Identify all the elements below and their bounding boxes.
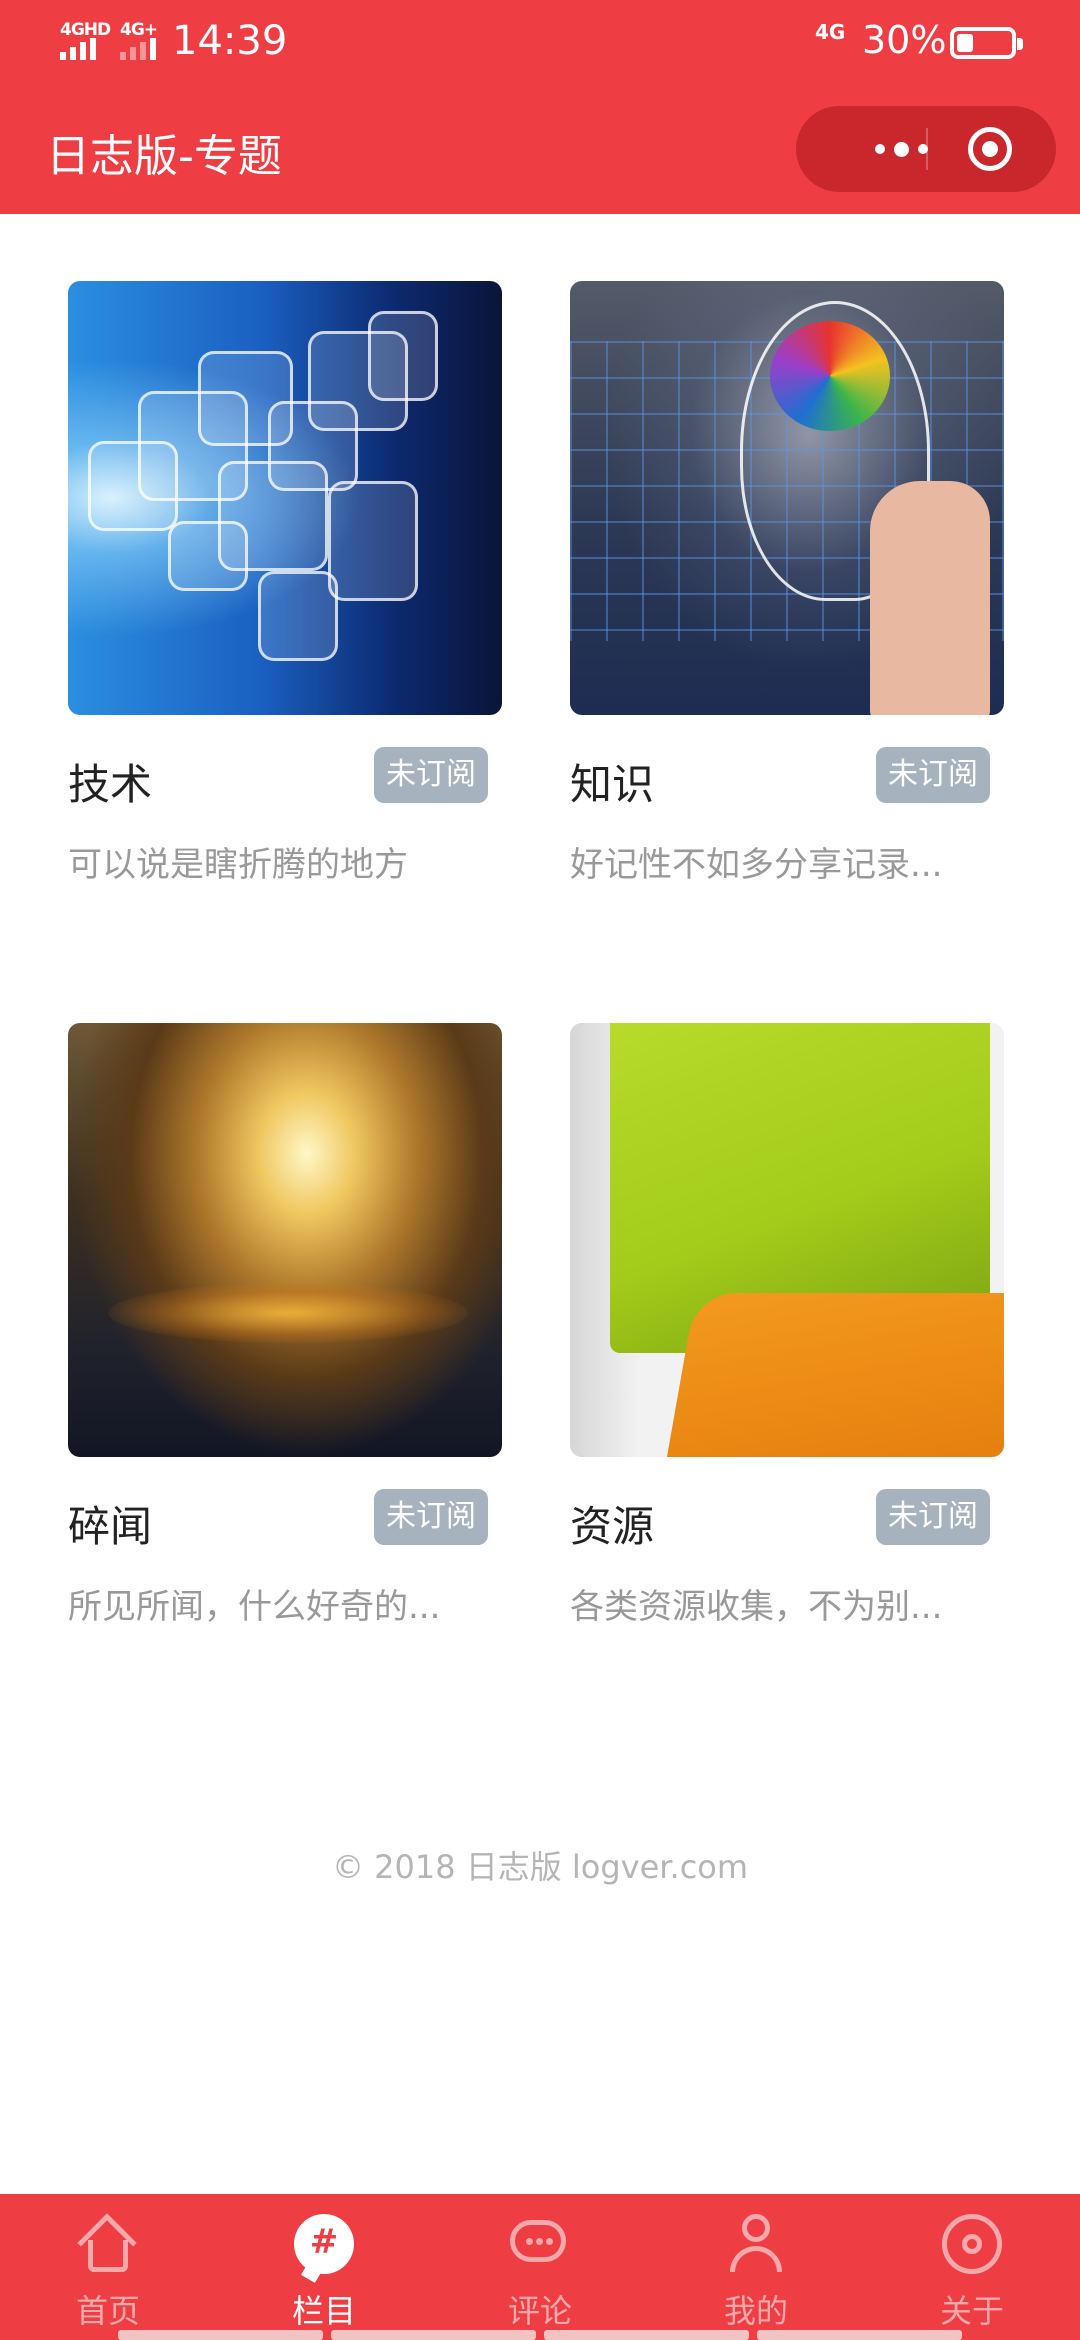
topic-name: 知识 [570,760,655,809]
top-bar: 4GHD 4G+ 14:39 4G 30% 日志版-专题 [0,0,1080,214]
tab-label: 我的 [723,2292,788,2330]
chat-bubble-icon [510,2214,570,2274]
subscribe-badge[interactable]: 未订阅 [876,1489,990,1545]
tab-label: 首页 [75,2292,140,2330]
battery-icon [950,27,1023,59]
tab-home[interactable]: 首页 [0,2194,216,2340]
status-bar: 4GHD 4G+ 14:39 4G 30% [0,0,1080,86]
status-time: 14:39 [172,18,288,64]
tab-label: 评论 [507,2292,572,2330]
topic-image-resources[interactable] [570,1023,1004,1457]
signal-4gplus-icon: 4G+ [118,20,168,60]
tab-about[interactable]: 关于 [864,2194,1080,2340]
home-icon [77,2213,138,2274]
tab-comments[interactable]: 评论 [432,2194,648,2340]
signal-4ghd-icon: 4GHD [58,20,111,60]
topic-card-news[interactable]: 碎闻 未订阅 所见所闻，什么好奇的... [68,1023,502,1627]
network-label-1: 4GHD [60,20,111,40]
tab-mine[interactable]: 我的 [648,2194,864,2340]
home-indicator [118,2330,962,2340]
miniprogram-capsule [796,106,1056,192]
tab-label: 栏目 [291,2292,356,2330]
topic-image-knowledge[interactable] [570,281,1004,715]
topic-desc: 所见所闻，什么好奇的... [68,1587,441,1627]
battery-percent: 30% [862,18,947,62]
tab-columns[interactable]: 栏目 [216,2194,432,2340]
copyright-footer: © 2018 日志版 logver.com [331,1848,749,1886]
network-label-2: 4G+ [120,20,158,40]
topic-desc: 好记性不如多分享记录... [570,845,943,885]
topic-name: 碎闻 [68,1502,153,1551]
more-dots-icon[interactable] [836,106,966,192]
topic-card-knowledge[interactable]: 知识 未订阅 好记性不如多分享记录... [570,281,1004,885]
page-title: 日志版-专题 [46,131,282,182]
topic-desc: 可以说是瞎折腾的地方 [68,845,408,885]
subscribe-badge[interactable]: 未订阅 [876,747,990,803]
subscribe-badge[interactable]: 未订阅 [374,747,488,803]
hash-chat-icon [294,2214,354,2283]
topic-card-tech[interactable]: 技术 未订阅 可以说是瞎折腾的地方 [68,281,502,885]
bottom-tab-bar: 首页 栏目 评论 我的 关于 [0,2194,1080,2340]
network-right-label: 4G [815,20,846,44]
topic-name: 资源 [570,1502,655,1551]
capsule-divider [926,128,928,170]
user-icon [726,2214,786,2274]
topic-name: 技术 [68,760,153,809]
tab-label: 关于 [939,2292,1004,2330]
target-close-icon[interactable] [968,127,1012,171]
topic-desc: 各类资源收集，不为别... [570,1587,943,1627]
subscribe-badge[interactable]: 未订阅 [374,1489,488,1545]
topic-image-news[interactable] [68,1023,502,1457]
about-target-icon [942,2214,1002,2274]
topic-image-tech[interactable] [68,281,502,715]
topic-card-resources[interactable]: 资源 未订阅 各类资源收集，不为别... [570,1023,1004,1627]
